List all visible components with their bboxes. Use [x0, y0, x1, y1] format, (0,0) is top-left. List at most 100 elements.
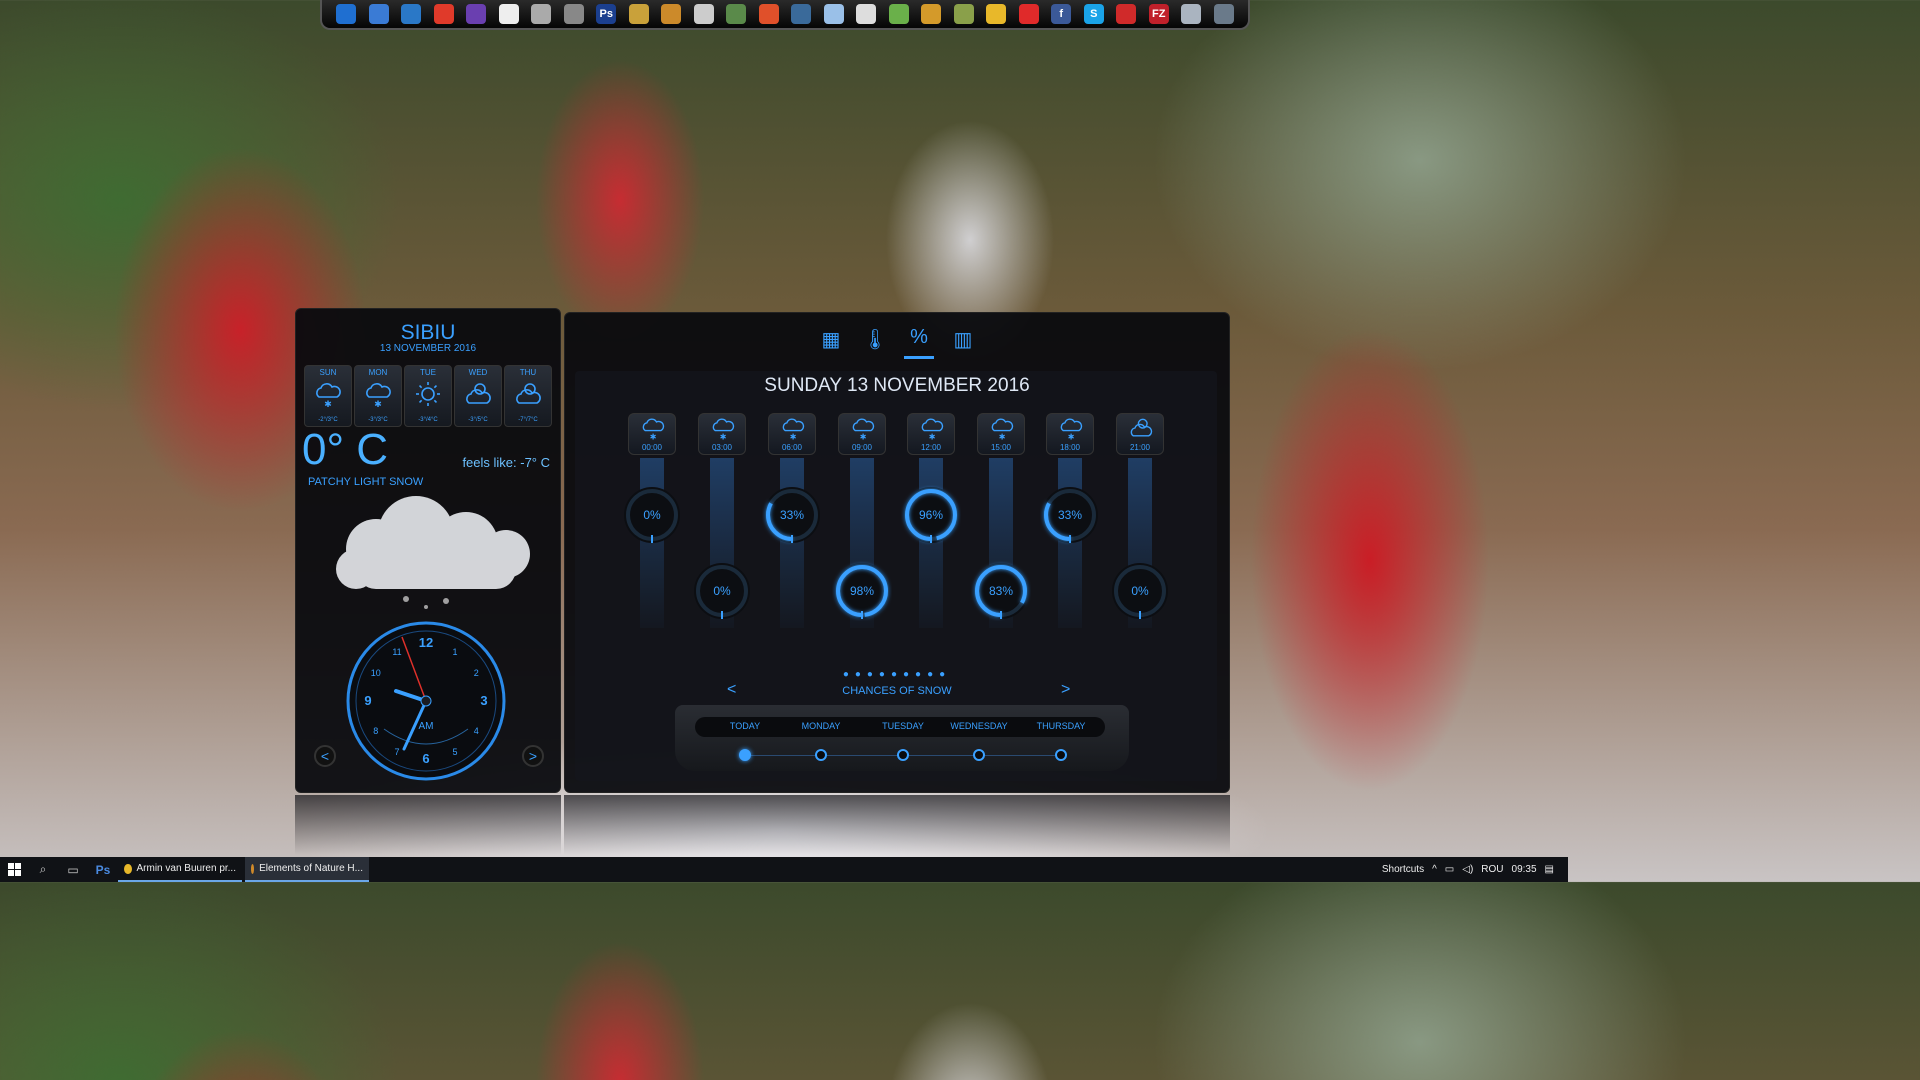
photoshop-taskbar-icon[interactable]: Ps: [88, 857, 118, 882]
gauge-percent: 0%: [713, 584, 731, 598]
current-temperature: 0° C: [302, 425, 389, 474]
globe-icon[interactable]: [726, 4, 747, 24]
volume-icon[interactable]: ◁): [1462, 864, 1473, 875]
gauge-percent: 96%: [918, 508, 944, 522]
clock-time[interactable]: 09:35: [1512, 864, 1537, 875]
chevron-up-icon[interactable]: ^: [1432, 864, 1437, 875]
gauge-percent: 98%: [849, 584, 875, 598]
tab-percent[interactable]: %: [904, 319, 934, 359]
filezilla-icon[interactable]: FZ: [1148, 4, 1169, 24]
tab-temperature[interactable]: 🌡: [860, 319, 890, 359]
taskbar-app-label: Elements of Nature H...: [259, 863, 363, 874]
hour-card[interactable]: ✱ 09:00: [838, 413, 886, 455]
youtube-icon[interactable]: [1018, 4, 1039, 24]
svg-text:✱: ✱: [374, 399, 382, 409]
feels-like: feels like: -7° C: [462, 455, 550, 470]
day-selector: TODAY MONDAY TUESDAY WEDNESDAY THURSDAY: [675, 705, 1129, 771]
day-dot[interactable]: [739, 749, 751, 761]
day-temperature: -3°/4°C: [418, 417, 438, 423]
network-icon[interactable]: ▭: [1445, 864, 1454, 875]
day-dot[interactable]: [815, 749, 827, 761]
bird-icon[interactable]: [531, 4, 552, 24]
hour-card[interactable]: ✱ 18:00: [1046, 413, 1094, 455]
tab-conditions[interactable]: ▦: [816, 319, 846, 359]
notepad-icon[interactable]: [888, 4, 909, 24]
windows-icon[interactable]: [336, 4, 357, 24]
jet-icon[interactable]: [563, 4, 584, 24]
day-dot[interactable]: [897, 749, 909, 761]
sun-icon: [416, 382, 440, 406]
forecast-panel: ▦ 🌡% ▥ SUNDAY 13 NOVEMBER 2016 ✱ 00:00 0% ✱ 03…: [564, 312, 1230, 793]
steam-icon[interactable]: [791, 4, 812, 24]
alarm-icon[interactable]: [433, 4, 454, 24]
next-button[interactable]: >: [522, 745, 544, 767]
day-name: SUN: [319, 368, 337, 377]
clock-number: 6: [422, 751, 429, 766]
day-tab-wednesday[interactable]: WEDNESDAY: [939, 721, 1019, 731]
day-tab-today[interactable]: TODAY: [705, 721, 785, 731]
hour-card[interactable]: 21:00: [1116, 413, 1164, 455]
shortcuts-label[interactable]: Shortcuts: [1382, 864, 1424, 875]
clock-number: 8: [373, 726, 378, 736]
day-dot[interactable]: [1055, 749, 1067, 761]
clock-number: 3: [480, 693, 487, 708]
taskbar-app[interactable]: Elements of Nature H...: [245, 857, 369, 882]
compass-icon[interactable]: [628, 4, 649, 24]
mouse-icon[interactable]: [693, 4, 714, 24]
map-icon[interactable]: [953, 4, 974, 24]
cube-icon[interactable]: [823, 4, 844, 24]
winamp-icon[interactable]: [921, 4, 942, 24]
hour-column: ✱ 00:00 0%: [624, 413, 680, 628]
wifi-icon[interactable]: [1116, 4, 1137, 24]
day-card-wed[interactable]: WED -3°/5°C: [454, 365, 502, 427]
day-card-tue[interactable]: TUE -3°/4°C: [404, 365, 452, 427]
taskbar-app[interactable]: Armin van Buuren pr...: [118, 857, 242, 882]
notifications-icon[interactable]: ▤: [1545, 864, 1554, 875]
photoshop-icon[interactable]: Ps: [596, 4, 617, 24]
day-tab-thursday[interactable]: THURSDAY: [1021, 721, 1101, 731]
day-dot[interactable]: [973, 749, 985, 761]
gear-icon[interactable]: [758, 4, 779, 24]
hour-time: 09:00: [851, 443, 873, 452]
monitor-icon[interactable]: [368, 4, 389, 24]
document-icon[interactable]: [498, 4, 519, 24]
forecast-heading: SUNDAY 13 NOVEMBER 2016: [764, 375, 1030, 396]
chrome-icon[interactable]: [986, 4, 1007, 24]
hour-column: 21:00 0%: [1112, 413, 1168, 628]
gauge-percent: 33%: [1057, 508, 1083, 522]
feather-icon[interactable]: [856, 4, 877, 24]
start-button[interactable]: [0, 857, 28, 882]
day-card-sun[interactable]: SUN ✱ -2°/3°C: [304, 365, 352, 427]
hour-time: 00:00: [641, 443, 663, 452]
hour-column: ✱ 03:00 0%: [694, 413, 750, 628]
hour-card[interactable]: ✱ 00:00: [628, 413, 676, 455]
visual-studio-icon[interactable]: [466, 4, 487, 24]
snow-icon: ✱: [852, 418, 875, 441]
day-name: MON: [368, 368, 388, 377]
camera-icon[interactable]: [1213, 4, 1234, 24]
hour-card[interactable]: ✱ 15:00: [977, 413, 1025, 455]
language-indicator[interactable]: ROU: [1481, 864, 1503, 875]
task-view-icon[interactable]: ▭: [58, 857, 88, 882]
search-icon[interactable]: ⌕: [28, 857, 58, 882]
hour-card[interactable]: ✱ 12:00: [907, 413, 955, 455]
hour-card[interactable]: ✱ 06:00: [768, 413, 816, 455]
day-card-mon[interactable]: MON ✱ -3°/3°C: [354, 365, 402, 427]
hour-time: 12:00: [920, 443, 942, 452]
facebook-icon[interactable]: f: [1051, 4, 1072, 24]
day-tab-monday[interactable]: MONDAY: [781, 721, 861, 731]
taskbar-app-label: Armin van Buuren pr...: [136, 863, 237, 874]
hour-time: 18:00: [1059, 443, 1081, 452]
snow-icon: ✱: [991, 418, 1014, 441]
day-tab-tuesday[interactable]: TUESDAY: [863, 721, 943, 731]
tab-chart[interactable]: ▥: [948, 319, 978, 359]
swirl-icon[interactable]: [401, 4, 422, 24]
chances-next-button[interactable]: >: [1061, 681, 1070, 699]
skype-icon[interactable]: S: [1083, 4, 1104, 24]
film-icon[interactable]: [661, 4, 682, 24]
page-indicator[interactable]: ●●●●●●●●●: [565, 669, 1229, 680]
day-card-thu[interactable]: THU -7°/7°C: [504, 365, 552, 427]
prev-button[interactable]: <: [314, 745, 336, 767]
hour-card[interactable]: ✱ 03:00: [698, 413, 746, 455]
trash-icon[interactable]: [1181, 4, 1202, 24]
